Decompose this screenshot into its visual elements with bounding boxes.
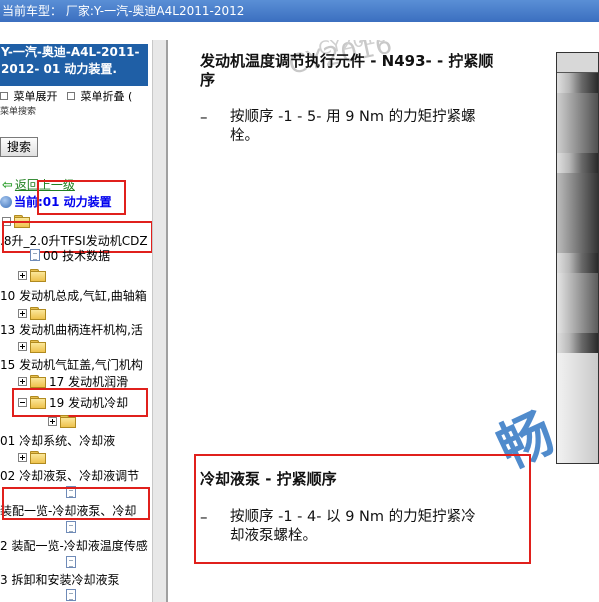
menu-collapse-icon[interactable]: [67, 92, 75, 100]
document-icon: [66, 521, 76, 533]
search-button[interactable]: 搜索: [0, 137, 38, 157]
sidebar-header: Y-一汽-奥迪-A4L-2011- 2012- 01 动力装置.: [0, 44, 148, 86]
tree-item-tech-data[interactable]: 00 技术数据: [30, 248, 110, 264]
folder-icon: [30, 375, 46, 388]
tree-item-10[interactable]: 10 发动机总成,气缸,曲轴箱: [0, 288, 147, 304]
tree-item-01[interactable]: 01 冷却系统、冷却液: [0, 433, 115, 449]
menu-collapse-link[interactable]: 菜单折叠 (: [81, 88, 133, 104]
window-title: 当前车型： 厂家:Y-一汽-奥迪A4L2011-2012: [0, 0, 599, 22]
tree-doc-02c[interactable]: [66, 555, 79, 571]
expand-icon[interactable]: [18, 453, 27, 462]
tree-folder-15[interactable]: [18, 339, 49, 355]
sidebar-scrollbar[interactable]: [152, 40, 166, 602]
image-band: [557, 93, 598, 153]
section1-bullet-line2: 栓。: [230, 128, 259, 144]
tree-item-label[interactable]: 3 拆卸和安装冷却液泵: [0, 573, 119, 587]
folder-icon: [30, 451, 46, 464]
expand-icon[interactable]: [18, 309, 27, 318]
folder-icon: [30, 307, 46, 320]
menu-expand-link[interactable]: 菜单展开: [14, 88, 58, 104]
expand-icon[interactable]: [18, 377, 27, 386]
expand-icon[interactable]: [48, 417, 57, 426]
folder-icon: [60, 415, 76, 428]
tree-item-label[interactable]: 17 发动机润滑: [49, 375, 128, 389]
menu-expand-icon[interactable]: [0, 92, 8, 100]
search-hint: 菜单搜索: [0, 107, 37, 117]
tree-item-label[interactable]: 2 装配一览-冷却液温度传感: [0, 539, 148, 553]
tree-item-13[interactable]: 13 发动机曲柄连杆机构,活: [0, 322, 143, 338]
user-icon: [0, 196, 12, 208]
image-band: [557, 53, 598, 73]
document-icon: [66, 556, 76, 568]
highlight-box-assembly: [2, 487, 150, 520]
expand-icon[interactable]: [18, 342, 27, 351]
tree-folder-19-sub[interactable]: [48, 414, 79, 430]
section1-title: 发动机温度调节执行元件 - N493- - 拧紧顺 序: [200, 52, 493, 90]
menu-toggle-row: 菜单展开 菜单折叠 (: [0, 88, 152, 104]
tree-doc-02d[interactable]: [66, 588, 79, 602]
image-band: [557, 173, 598, 253]
content-pane: CY2016 CY2016 发动机温度调节执行元件 - N493- - 拧紧顺 …: [168, 40, 599, 602]
tree-folder-13[interactable]: [18, 306, 49, 322]
expand-icon[interactable]: [18, 271, 27, 280]
section1-bullet: 按顺序 -1 - 5- 用 9 Nm 的力矩拧紧螺 栓。: [230, 108, 476, 146]
tree-item-label[interactable]: 02 冷却液泵、冷却液调节: [0, 469, 139, 483]
highlight-box-cooling: [12, 388, 148, 417]
highlight-box-water-pump: [194, 454, 531, 564]
tree-folder-10[interactable]: [18, 268, 49, 284]
tree-folder-02[interactable]: [18, 450, 49, 466]
tree-item-02[interactable]: 02 冷却液泵、冷却液调节: [0, 468, 139, 484]
sidebar-header-line1: Y-一汽-奥迪-A4L-2011-: [1, 45, 140, 59]
image-band: [557, 273, 598, 333]
section1-dash: –: [200, 108, 208, 126]
tree-item-label[interactable]: 01 冷却系统、冷却液: [0, 434, 115, 448]
tree-item-label[interactable]: 15 发动机气缸盖,气门机构: [0, 358, 143, 372]
tree-item-label[interactable]: 10 发动机总成,气缸,曲轴箱: [0, 289, 147, 303]
document-icon: [30, 249, 40, 261]
sidebar-header-line2: 2012- 01 动力装置.: [1, 62, 117, 76]
document-icon: [66, 589, 76, 601]
section1-bullet-line1: 按顺序 -1 - 5- 用 9 Nm 的力矩拧紧螺: [230, 109, 476, 125]
tree-item-remove-pump[interactable]: 3 拆卸和安装冷却液泵: [0, 572, 119, 588]
tree-item-label[interactable]: 13 发动机曲柄连杆机构,活: [0, 323, 143, 337]
tree-doc-02b[interactable]: [66, 520, 79, 536]
tree-item-label[interactable]: 00 技术数据: [43, 249, 110, 263]
highlight-box-current: [37, 180, 126, 215]
section1-title-line2: 序: [200, 71, 216, 89]
folder-icon: [30, 340, 46, 353]
tree-item-15[interactable]: 15 发动机气缸盖,气门机构: [0, 357, 143, 373]
sidebar: Y-一汽-奥迪-A4L-2011- 2012- 01 动力装置. 菜单展开 菜单…: [0, 40, 152, 602]
section1-title-line1: 发动机温度调节执行元件 - N493- - 拧紧顺: [200, 52, 494, 70]
tree-item-temp-sensor[interactable]: 2 装配一览-冷却液温度传感: [0, 538, 148, 554]
folder-icon: [30, 269, 46, 282]
back-arrow-icon: ⇦: [2, 178, 13, 193]
